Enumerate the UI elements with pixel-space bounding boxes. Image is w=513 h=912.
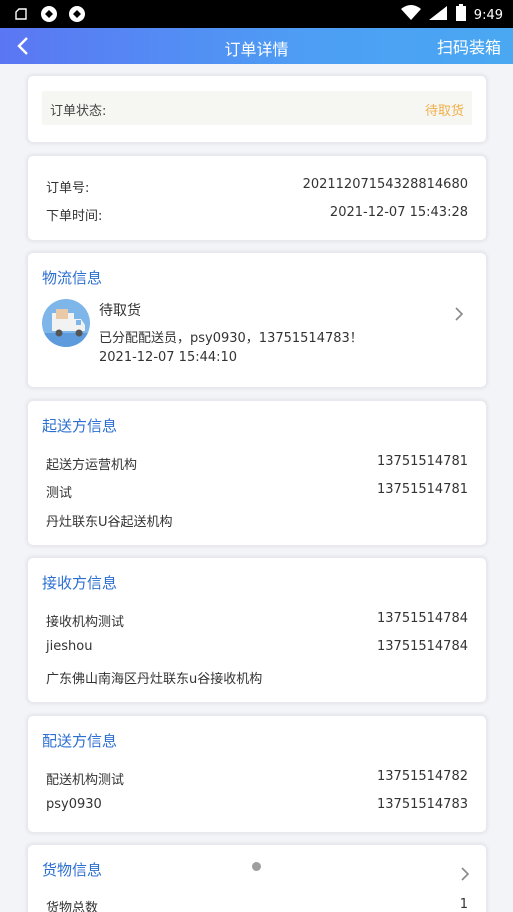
goods-card[interactable]: 货物信息 货物总数 1 <box>27 844 487 912</box>
sender-contact-row: 测试 13751514781 <box>46 482 468 501</box>
sender-address: 丹灶联东U谷起送机构 <box>46 515 173 530</box>
logistics-title: 物流信息 <box>42 267 107 290</box>
order-status-card: 订单状态: 待取货 <box>27 75 487 143</box>
sender-address-row: 丹灶联东U谷起送机构 <box>46 511 468 530</box>
notification-icon <box>12 5 30 23</box>
order-time-value: 2021-12-07 15:43:28 <box>329 205 468 220</box>
app-icon-2 <box>68 5 86 23</box>
logistics-time: 2021-12-07 15:44:10 <box>99 350 238 365</box>
sender-card: 起送方信息 起送方运营机构 13751514781 测试 13751514781… <box>27 400 487 546</box>
order-number-value: 20211207154328814680 <box>302 177 468 192</box>
sender-contact-phone: 13751514781 <box>377 482 468 497</box>
scan-pack-button[interactable]: 扫码装箱 <box>437 34 501 58</box>
receiver-contact: jieshou <box>46 639 93 654</box>
battery-icon <box>454 4 468 26</box>
receiver-org: 接收机构测试 <box>46 615 125 630</box>
receiver-card: 接收方信息 接收机构测试 13751514784 jieshou 1375151… <box>27 557 487 703</box>
receiver-contact-row: jieshou 13751514784 <box>46 639 468 654</box>
app-icon <box>40 5 58 23</box>
receiver-org-phone: 13751514784 <box>377 611 468 626</box>
delivery-org-row: 配送机构测试 13751514782 <box>46 769 468 788</box>
delivery-card: 配送方信息 配送机构测试 13751514782 psy0930 1375151… <box>27 715 487 833</box>
sender-org-phone: 13751514781 <box>377 454 468 469</box>
signal-icon <box>428 5 448 25</box>
receiver-org-row: 接收机构测试 13751514784 <box>46 611 468 630</box>
chevron-right-icon <box>455 307 464 321</box>
order-status-label: 订单状态: <box>50 104 107 119</box>
goods-total-row: 货物总数 1 <box>46 897 468 912</box>
goods-total-label: 货物总数 <box>46 901 99 912</box>
delivery-org: 配送机构测试 <box>46 773 125 788</box>
sender-org: 起送方运营机构 <box>46 458 138 473</box>
chevron-right-icon <box>461 867 470 881</box>
order-time-label: 下单时间: <box>46 209 103 224</box>
sender-contact: 测试 <box>46 486 73 501</box>
wifi-icon <box>400 5 422 25</box>
status-bar: 9:49 <box>0 0 513 28</box>
order-status-value: 待取货 <box>424 104 464 119</box>
order-number-label: 订单号: <box>46 181 90 196</box>
order-time-row: 下单时间: 2021-12-07 15:43:28 <box>46 205 468 224</box>
delivery-truck-icon <box>42 299 90 347</box>
order-status-row: 订单状态: 待取货 <box>42 91 472 125</box>
delivery-org-phone: 13751514782 <box>377 769 468 784</box>
goods-total-value: 1 <box>459 897 468 912</box>
nav-bar: 订单详情 扫码装箱 <box>0 28 513 64</box>
order-number-row: 订单号: 20211207154328814680 <box>46 177 468 196</box>
receiver-address: 广东佛山南海区丹灶联东u谷接收机构 <box>46 672 263 687</box>
receiver-title: 接收方信息 <box>42 572 122 595</box>
goods-title: 货物信息 <box>42 859 107 882</box>
logistics-description: 已分配配送员，psy0930，13751514783！ <box>99 331 363 346</box>
delivery-courier-row: psy0930 13751514783 <box>46 797 468 812</box>
order-info-card: 订单号: 20211207154328814680 下单时间: 2021-12-… <box>27 155 487 241</box>
delivery-title: 配送方信息 <box>42 730 122 753</box>
receiver-address-row: 广东佛山南海区丹灶联东u谷接收机构 <box>46 668 468 687</box>
sender-org-row: 起送方运营机构 13751514781 <box>46 454 468 473</box>
delivery-courier-phone: 13751514783 <box>377 797 468 812</box>
receiver-contact-phone: 13751514784 <box>377 639 468 654</box>
logistics-card[interactable]: 物流信息 待取货 已分配配送员，psy0930，13751514783！ 202… <box>27 252 487 388</box>
clock-time: 9:49 <box>473 7 503 23</box>
floating-dot[interactable] <box>252 862 261 871</box>
sender-title: 起送方信息 <box>42 415 122 438</box>
delivery-courier: psy0930 <box>46 797 102 812</box>
logistics-status: 待取货 <box>99 303 141 319</box>
